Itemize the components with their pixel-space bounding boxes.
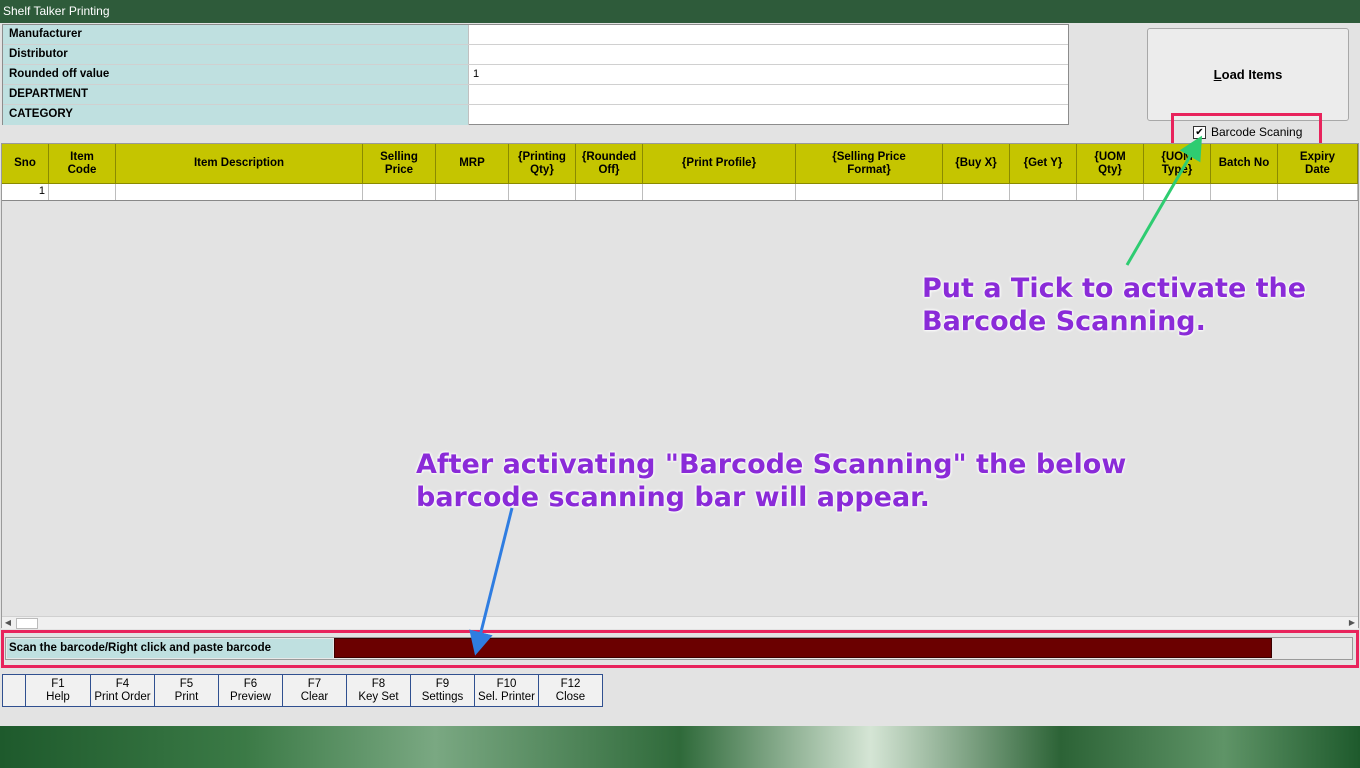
key-label: Close [555,691,586,703]
print-button[interactable]: F5 Print [154,674,219,707]
filter-table: Manufacturer Distributor Rounded off val… [2,24,1069,125]
items-grid: Sno Item Code Item Description Selling P… [1,143,1359,629]
cell-batch-no[interactable] [1211,184,1278,200]
key-name: F10 [496,678,517,690]
cell-rounded-off[interactable] [576,184,643,200]
col-header-printing-qty[interactable]: {Printing Qty} [509,144,576,184]
rounded-off-field[interactable]: 1 [469,65,1068,84]
col-header-uom-type[interactable]: {UOM Type} [1144,144,1211,184]
key-label: Sel. Printer [478,691,535,703]
filter-label: Rounded off value [3,65,469,84]
distributor-field[interactable] [469,45,1068,64]
cell-mrp[interactable] [436,184,509,200]
key-name: F1 [51,678,65,690]
function-key-bar: F1 Help F4 Print Order F5 Print F6 Previ… [2,674,603,707]
key-name: F6 [243,678,258,690]
col-header-expiry-date[interactable]: Expiry Date [1278,144,1358,184]
key-label: Help [46,691,70,703]
tick-annotation-text: Put a Tick to activate the Barcode Scann… [922,273,1307,337]
scan-annotation-text: After activating "Barcode Scanning" the … [416,449,1127,513]
key-label: Key Set [358,691,399,703]
filter-label: CATEGORY [3,105,469,125]
filter-row-manufacturer: Manufacturer [3,25,1068,45]
key-label: Preview [230,691,271,703]
col-header-item-code[interactable]: Item Code [49,144,116,184]
key-label: Clear [300,691,329,703]
scan-bar-highlight-box [1,630,1359,668]
scroll-left-icon[interactable]: ◀ [2,617,14,629]
filter-row-distributor: Distributor [3,45,1068,65]
col-header-print-profile[interactable]: {Print Profile} [643,144,796,184]
col-header-uom-qty[interactable]: {UOM Qty} [1077,144,1144,184]
key-label: Settings [421,691,464,703]
col-header-get-y[interactable]: {Get Y} [1010,144,1077,184]
help-button[interactable]: F1 Help [25,674,91,707]
filter-label: Distributor [3,45,469,64]
cell-selling-price-format[interactable] [796,184,943,200]
filter-row-category: CATEGORY [3,105,1068,125]
cell-sno[interactable]: 1 [2,184,49,200]
key-name: F7 [307,678,322,690]
clear-button[interactable]: F7 Clear [282,674,347,707]
window-title: Shelf Talker Printing [0,0,1360,23]
horizontal-scrollbar[interactable]: ◀ ▶ [2,616,1358,629]
cell-item-description[interactable] [116,184,363,200]
key-name: F9 [435,678,450,690]
manufacturer-field[interactable] [469,25,1068,44]
grid-header: Sno Item Code Item Description Selling P… [2,144,1358,184]
select-printer-button[interactable]: F10 Sel. Printer [474,674,539,707]
load-items-label: oad Items [1221,67,1283,82]
scrollbar-thumb[interactable] [16,618,38,629]
col-header-buy-x[interactable]: {Buy X} [943,144,1010,184]
cell-uom-type[interactable] [1144,184,1211,200]
cell-selling-price[interactable] [363,184,436,200]
key-label: Print Order [94,691,151,703]
cell-print-profile[interactable] [643,184,796,200]
table-row[interactable]: 1 [2,184,1358,201]
preview-button[interactable]: F6 Preview [218,674,283,707]
col-header-rounded-off[interactable]: {Rounded Off} [576,144,643,184]
desktop-background-strip [0,726,1360,768]
department-field[interactable] [469,85,1068,104]
cell-expiry-date[interactable] [1278,184,1358,200]
blank-key-button[interactable] [2,674,26,707]
col-header-selling-price-format[interactable]: {Selling Price Format} [796,144,943,184]
cell-printing-qty[interactable] [509,184,576,200]
cell-buy-x[interactable] [943,184,1010,200]
key-name: F5 [179,678,194,690]
cell-uom-qty[interactable] [1077,184,1144,200]
filter-label: Manufacturer [3,25,469,44]
close-button[interactable]: F12 Close [538,674,603,707]
col-header-selling-price[interactable]: Selling Price [363,144,436,184]
print-order-button[interactable]: F4 Print Order [90,674,155,707]
filter-label: DEPARTMENT [3,85,469,104]
settings-button[interactable]: F9 Settings [410,674,475,707]
col-header-item-description[interactable]: Item Description [116,144,363,184]
key-name: F8 [371,678,386,690]
key-name: F12 [560,678,581,690]
col-header-sno[interactable]: Sno [2,144,49,184]
col-header-batch-no[interactable]: Batch No [1211,144,1278,184]
key-set-button[interactable]: F8 Key Set [346,674,411,707]
filter-row-department: DEPARTMENT [3,85,1068,105]
load-items-mnemonic: L [1213,67,1222,82]
cell-item-code[interactable] [49,184,116,200]
load-items-button[interactable]: Load Items [1147,28,1349,121]
key-name: F4 [115,678,130,690]
category-field[interactable] [469,105,1068,125]
col-header-mrp[interactable]: MRP [436,144,509,184]
key-label: Print [174,691,199,703]
filter-row-rounded-off: Rounded off value 1 [3,65,1068,85]
cell-get-y[interactable] [1010,184,1077,200]
scroll-right-icon[interactable]: ▶ [1346,617,1358,629]
